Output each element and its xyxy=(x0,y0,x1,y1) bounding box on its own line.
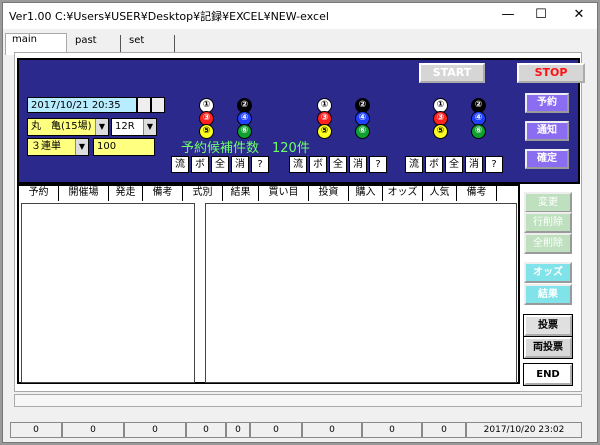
status-bar: 0 0 0 0 0 0 0 0 0 2017/10/20 23:02 xyxy=(10,422,590,439)
mark-button[interactable]: 消 xyxy=(465,156,483,173)
datetime-field[interactable]: 2017/10/21 20:35 xyxy=(27,97,137,113)
col-header: 投資 xyxy=(309,186,349,201)
reservation-table: 予約 開催場 発走 備考 式別 結果 買い目 投資 購入 オッズ 人気 備考 xyxy=(17,184,520,384)
col-header: 人気 xyxy=(423,186,457,201)
end-button[interactable]: END xyxy=(523,363,573,386)
chevron-down-icon: ▼ xyxy=(143,119,156,135)
datetime-spin-down[interactable] xyxy=(151,97,165,113)
status-cell: 0 xyxy=(62,422,124,438)
all-delete-button[interactable]: 全削除 xyxy=(524,233,572,254)
tab-set[interactable]: set xyxy=(123,35,175,53)
boat-number-6[interactable]: ⑥ xyxy=(355,124,370,139)
status-cell: 0 xyxy=(302,422,362,438)
mark-button[interactable]: ? xyxy=(369,156,387,173)
mark-button[interactable]: ボ xyxy=(309,156,327,173)
mark-button[interactable]: 流 xyxy=(405,156,423,173)
chevron-down-icon: ▼ xyxy=(95,119,108,135)
race-value: 12R xyxy=(115,121,135,132)
minimize-icon[interactable]: — xyxy=(498,6,518,24)
bet-type-value: ３連単 xyxy=(31,141,61,152)
col-header: 開催場 xyxy=(59,186,109,201)
boat-number-6[interactable]: ⑥ xyxy=(237,124,252,139)
mark-button[interactable]: 流 xyxy=(171,156,189,173)
progress-strip xyxy=(14,394,582,407)
mark-button[interactable]: 全 xyxy=(329,156,347,173)
right-list[interactable] xyxy=(205,203,517,383)
change-button[interactable]: 変更 xyxy=(524,192,572,213)
mark-button[interactable]: ? xyxy=(485,156,503,173)
col-header: 備考 xyxy=(143,186,183,201)
status-cell: 0 xyxy=(226,422,250,438)
reserve-button[interactable]: 予約 xyxy=(525,93,569,113)
mark-button[interactable]: 消 xyxy=(349,156,367,173)
boat-number-6[interactable]: ⑥ xyxy=(471,124,486,139)
close-icon[interactable]: ✕ xyxy=(569,6,589,24)
maximize-icon[interactable]: ☐ xyxy=(531,6,551,24)
bet-type-select[interactable]: ３連単 ▼ xyxy=(27,138,89,156)
status-cell: 0 xyxy=(362,422,422,438)
boat-number-5[interactable]: ⑤ xyxy=(433,124,448,139)
status-cell: 0 xyxy=(250,422,302,438)
result-button[interactable]: 結果 xyxy=(524,284,572,305)
col-header: 購入 xyxy=(349,186,383,201)
col-header: 備考 xyxy=(457,186,497,201)
start-button[interactable]: START xyxy=(419,63,485,83)
venue-value: 丸 亀(15場) xyxy=(31,121,92,132)
stop-button[interactable]: STOP xyxy=(517,63,585,83)
ticket-button[interactable]: 投票 xyxy=(523,314,573,337)
mark-button[interactable]: 全 xyxy=(211,156,229,173)
mark-button[interactable]: 全 xyxy=(445,156,463,173)
col-header: オッズ xyxy=(383,186,423,201)
window-title: Ver1.00 C:¥Users¥USER¥Desktop¥記録¥EXCEL¥N… xyxy=(9,10,329,23)
col-header: 予約 xyxy=(19,186,59,201)
mark-button[interactable]: 消 xyxy=(231,156,249,173)
boat-number-5[interactable]: ⑤ xyxy=(199,124,214,139)
col-header: 買い目 xyxy=(259,186,309,201)
title-bar: Ver1.00 C:¥Users¥USER¥Desktop¥記録¥EXCEL¥N… xyxy=(3,3,597,29)
status-cell: 0 xyxy=(186,422,226,438)
datetime-spin-up[interactable] xyxy=(137,97,151,113)
status-cell: 0 xyxy=(422,422,466,438)
row-delete-button[interactable]: 行削除 xyxy=(524,212,572,233)
col-header: 結果 xyxy=(223,186,259,201)
chevron-down-icon: ▼ xyxy=(75,139,88,155)
amount-field[interactable]: 100 xyxy=(93,138,155,156)
left-list[interactable] xyxy=(21,203,195,383)
venue-select[interactable]: 丸 亀(15場) ▼ xyxy=(27,118,109,136)
boat-number-5[interactable]: ⑤ xyxy=(317,124,332,139)
both-ticket-button[interactable]: 両投票 xyxy=(523,336,573,359)
notify-button[interactable]: 通知 xyxy=(525,121,569,141)
odds-button[interactable]: オッズ xyxy=(524,262,572,283)
candidate-count: 予約候補件数 120件 xyxy=(181,141,310,156)
tab-past[interactable]: past xyxy=(69,35,121,53)
control-panel: START STOP 2017/10/21 20:35 丸 亀(15場) ▼ 12… xyxy=(17,58,585,184)
status-timestamp: 2017/10/20 23:02 xyxy=(466,422,582,438)
mark-button[interactable]: 流 xyxy=(289,156,307,173)
race-select[interactable]: 12R ▼ xyxy=(111,118,157,136)
status-cell: 0 xyxy=(124,422,186,438)
status-cell: 0 xyxy=(10,422,62,438)
col-header: 式別 xyxy=(183,186,223,201)
mark-button[interactable]: ボ xyxy=(191,156,209,173)
mark-button[interactable]: ボ xyxy=(425,156,443,173)
col-header: 発走 xyxy=(109,186,143,201)
confirm-button[interactable]: 確定 xyxy=(525,149,569,169)
mark-button[interactable]: ? xyxy=(251,156,269,173)
